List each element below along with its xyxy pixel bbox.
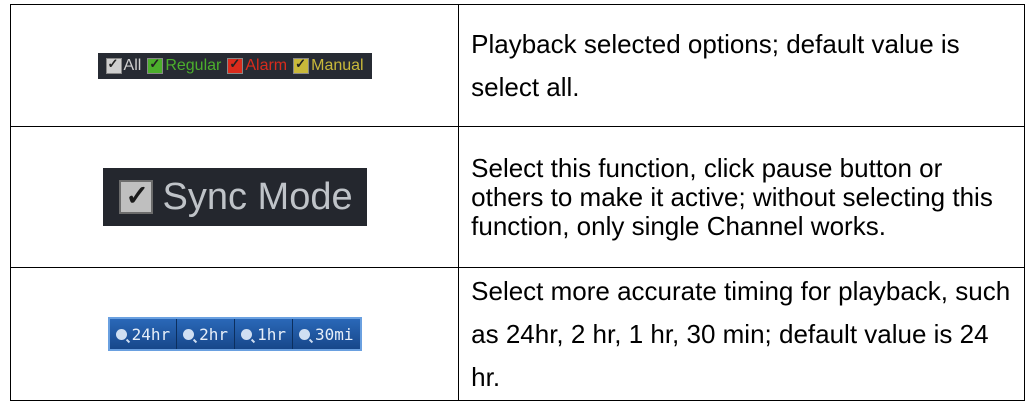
zoom-label: 2hr [199,324,229,344]
checkbox-icon[interactable] [147,56,164,74]
filter-manual[interactable]: Manual [293,56,364,75]
description-text: Select more accurate timing for playback… [471,275,1011,392]
description-cell: Playback selected options; default value… [458,4,1025,127]
description-cell: Select more accurate timing for playback… [458,267,1025,401]
zoom-icon [298,328,310,340]
ui-cell: 24hr 2hr 1hr 30mi [9,267,460,401]
zoom-icon [241,328,253,340]
checkbox-icon[interactable] [118,180,153,214]
filter-all-label: All [123,56,142,74]
filter-manual-label: Manual [311,56,364,74]
filter-all[interactable]: All [105,56,142,75]
sync-mode-toggle[interactable]: Sync Mode [102,168,367,226]
filter-regular-label: Regular [165,56,222,74]
table-row: Sync Mode Select this function, click pa… [9,126,1025,268]
checkbox-icon[interactable] [227,56,244,74]
record-type-filter-bar: All Regular Alarm Manual [97,52,372,79]
description-cell: Select this function, click pause button… [458,126,1025,268]
filter-alarm-label: Alarm [245,56,288,74]
filter-alarm[interactable]: Alarm [227,56,288,75]
description-text: Select this function, click pause button… [471,152,993,241]
sync-mode-label: Sync Mode [162,175,353,218]
timeline-zoom-bar: 24hr 2hr 1hr 30mi [107,317,362,351]
zoom-2hr-button[interactable]: 2hr [177,319,236,349]
zoom-label: 1hr [257,324,286,344]
zoom-label: 24hr [131,324,171,344]
feature-table: All Regular Alarm Manual Playback select… [9,4,1025,401]
ui-cell: All Regular Alarm Manual [9,4,460,127]
zoom-24hr-button[interactable]: 24hr [109,319,178,349]
zoom-icon [183,328,195,340]
table-row: All Regular Alarm Manual Playback select… [9,4,1025,127]
checkbox-icon[interactable] [105,56,122,74]
zoom-1hr-button[interactable]: 1hr [235,319,293,349]
checkbox-icon[interactable] [293,56,310,74]
zoom-30mi-button[interactable]: 30mi [292,319,360,349]
filter-regular[interactable]: Regular [147,56,222,75]
zoom-icon [115,328,127,340]
ui-cell: Sync Mode [9,126,460,268]
table-row: 24hr 2hr 1hr 30mi Select more accurate t… [9,267,1025,401]
zoom-label: 30mi [314,324,354,344]
description-text: Playback selected options; default value… [471,28,960,102]
